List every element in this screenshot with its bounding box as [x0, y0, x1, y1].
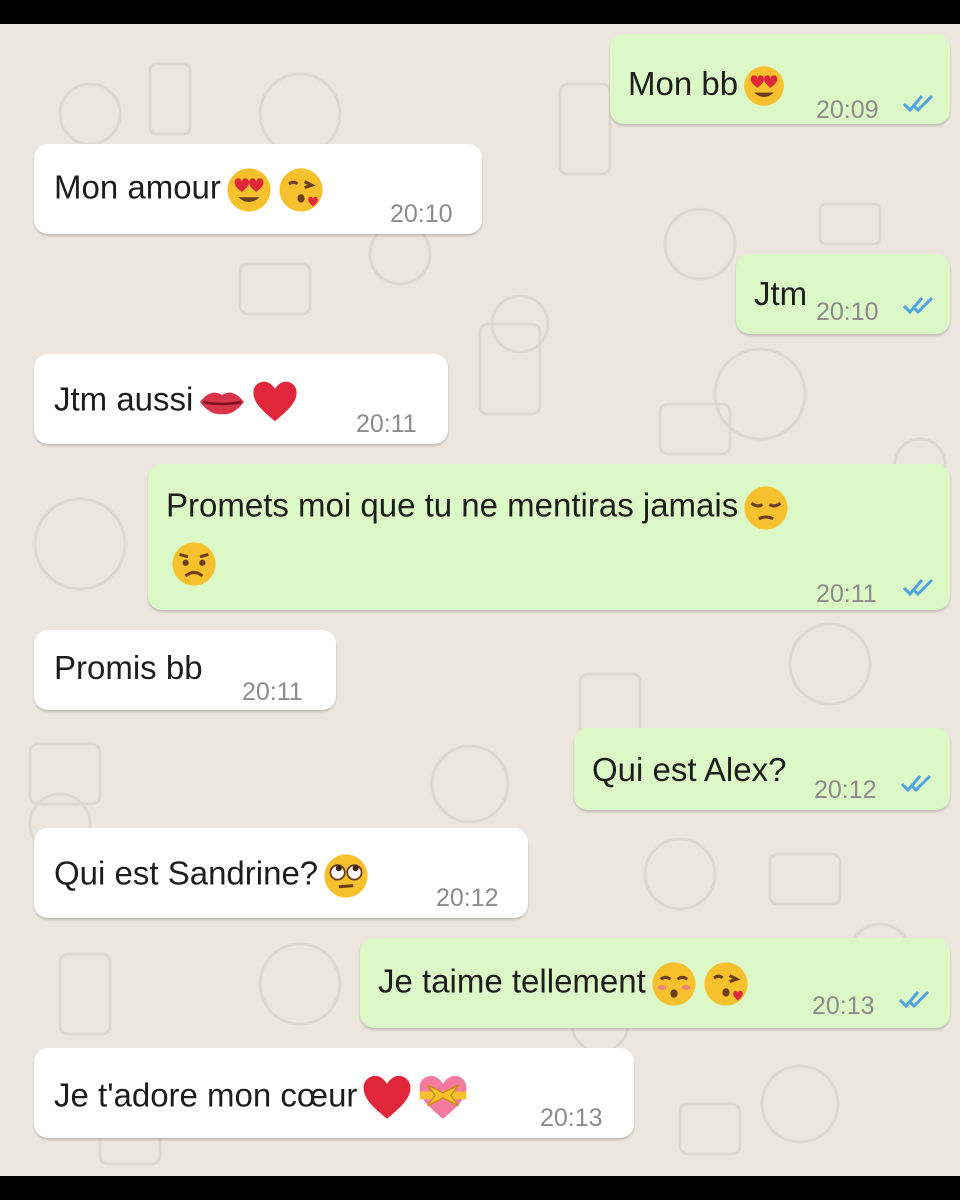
heart-eyes-face-icon: [225, 166, 273, 214]
face-blowing-kiss-icon: [702, 960, 750, 1008]
read-double-check-icon: [898, 990, 930, 1009]
message-bubble-incoming[interactable]: Qui est Sandrine? 20:12: [34, 828, 528, 918]
kissing-face-closed-eyes-icon: [650, 960, 698, 1008]
red-heart-icon: [251, 378, 299, 426]
face-rolling-eyes-icon: [322, 852, 370, 900]
message-bubble-outgoing[interactable]: Promets moi que tu ne mentiras jamais 20…: [148, 464, 950, 610]
red-heart-icon: [361, 1072, 413, 1124]
message-bubble-incoming[interactable]: Promis bb 20:11: [34, 630, 336, 710]
message-text: Promis bb: [54, 649, 203, 686]
message-bubble-incoming[interactable]: Je t'adore mon cœur 20:13: [34, 1048, 634, 1138]
message-text: Je taime tellement: [378, 962, 646, 1000]
message-bubble-outgoing[interactable]: Mon bb 20:09: [610, 34, 950, 124]
heart-eyes-face-icon: [742, 64, 786, 108]
message-time: 20:11: [242, 678, 303, 706]
worried-face-icon: [170, 540, 218, 588]
message-bubble-incoming[interactable]: Mon amour 20:10: [34, 144, 482, 234]
chat-area[interactable]: Mon bb 20:09 Mon amour 20:10 Jtm 20:10 J…: [0, 24, 960, 1176]
read-double-check-icon: [902, 578, 934, 597]
message-text: Promets moi que tu ne mentiras jamais: [166, 486, 739, 524]
message-bubble-incoming[interactable]: Jtm aussi 20:11: [34, 354, 448, 444]
read-double-check-icon: [902, 94, 934, 113]
read-double-check-icon: [902, 296, 934, 315]
message-time: 20:12: [436, 884, 499, 912]
message-bubble-outgoing[interactable]: Jtm 20:10: [736, 254, 950, 334]
message-time: 20:13: [540, 1104, 603, 1132]
message-bubble-outgoing[interactable]: Qui est Alex? 20:12: [574, 728, 950, 810]
lips-icon: [197, 382, 247, 422]
message-time: 20:10: [390, 200, 453, 228]
message-time: 20:12: [814, 776, 877, 804]
message-time: 20:11: [816, 580, 877, 608]
message-text: Mon bb: [628, 65, 739, 102]
message-text: Mon amour: [54, 168, 221, 206]
message-time: 20:10: [816, 298, 879, 326]
message-text: Qui est Alex?: [592, 751, 787, 788]
message-text: Jtm: [754, 275, 808, 312]
message-text: Je t'adore mon cœur: [54, 1076, 358, 1114]
read-double-check-icon: [900, 774, 932, 793]
message-text: Qui est Sandrine?: [54, 854, 319, 892]
message-text: Jtm aussi: [54, 380, 194, 418]
face-blowing-kiss-icon: [277, 166, 325, 214]
heart-with-ribbon-icon: [417, 1072, 469, 1124]
message-time: 20:11: [356, 410, 417, 438]
message-time: 20:09: [816, 96, 879, 124]
pensive-face-icon: [742, 484, 790, 532]
message-bubble-outgoing[interactable]: Je taime tellement 20:13: [360, 938, 950, 1028]
message-time: 20:13: [812, 992, 875, 1020]
